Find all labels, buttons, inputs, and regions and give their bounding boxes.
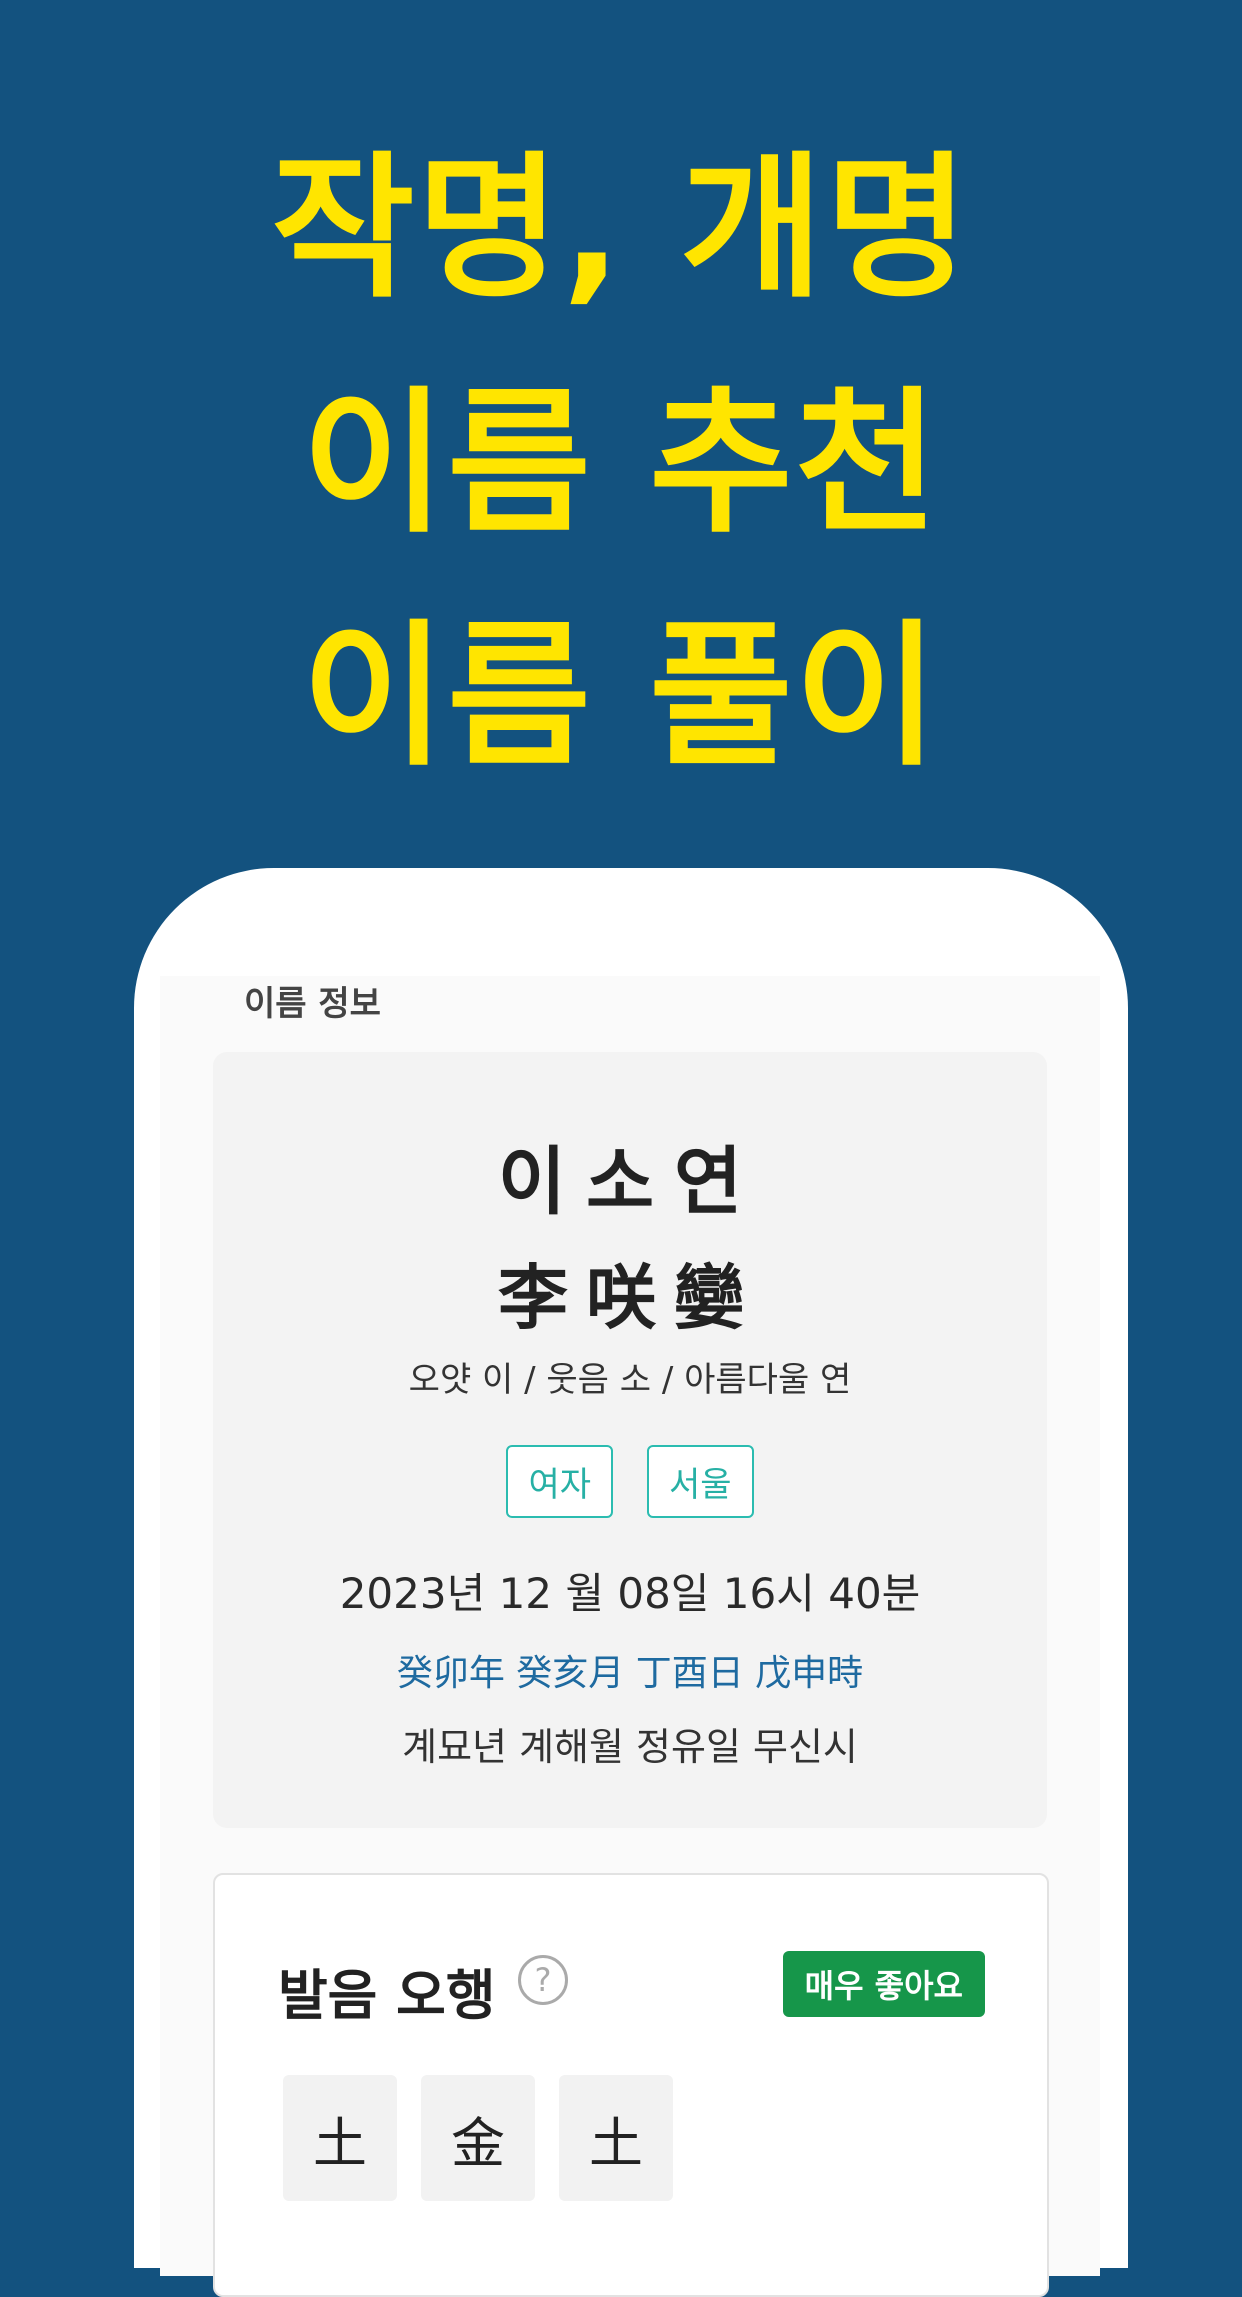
gender-tag: 여자 bbox=[506, 1445, 613, 1518]
element-box: 土 bbox=[559, 2075, 673, 2201]
section-title: 이름 정보 bbox=[244, 984, 381, 1024]
birth-datetime: 2023년 12 월 08일 16시 40분 bbox=[339, 1569, 921, 1618]
question-circle-icon[interactable]: ? bbox=[518, 1955, 568, 2005]
tag-list: 여자 서울 bbox=[213, 1445, 1047, 1518]
element-box: 金 bbox=[421, 2075, 535, 2201]
headline-line-3: 이름 풀이 bbox=[301, 605, 941, 787]
region-tag: 서울 bbox=[647, 1445, 754, 1518]
ganji-korean: 계묘년 계해월 정유일 무신시 bbox=[402, 1725, 858, 1769]
ganji-hanja: 癸卯年 癸亥月 丁酉日 戊申時 bbox=[396, 1653, 864, 1694]
name-korean: 이소연 bbox=[497, 1139, 763, 1225]
app-screen: 이름 정보 이소연 李咲孌 오얏 이 / 웃음 소 / 아름다울 연 여자 서울… bbox=[160, 976, 1100, 2297]
name-meaning: 오얏 이 / 웃음 소 / 아름다울 연 bbox=[408, 1360, 852, 1400]
element-box: 土 bbox=[283, 2075, 397, 2201]
element-list: 土 金 土 bbox=[283, 2075, 673, 2201]
headline-line-1: 작명, 개명 bbox=[271, 137, 971, 319]
name-hanja: 李咲孌 bbox=[498, 1257, 762, 1339]
pronunciation-title: 발음 오행 bbox=[278, 1964, 496, 2027]
pronunciation-card: 발음 오행 ? 매우 좋아요 土 金 土 bbox=[213, 1873, 1049, 2297]
name-info-card: 이소연 李咲孌 오얏 이 / 웃음 소 / 아름다울 연 여자 서울 2023년… bbox=[213, 1052, 1047, 1828]
rating-badge: 매우 좋아요 bbox=[782, 1951, 985, 2017]
headline-line-2: 이름 추천 bbox=[301, 372, 941, 554]
